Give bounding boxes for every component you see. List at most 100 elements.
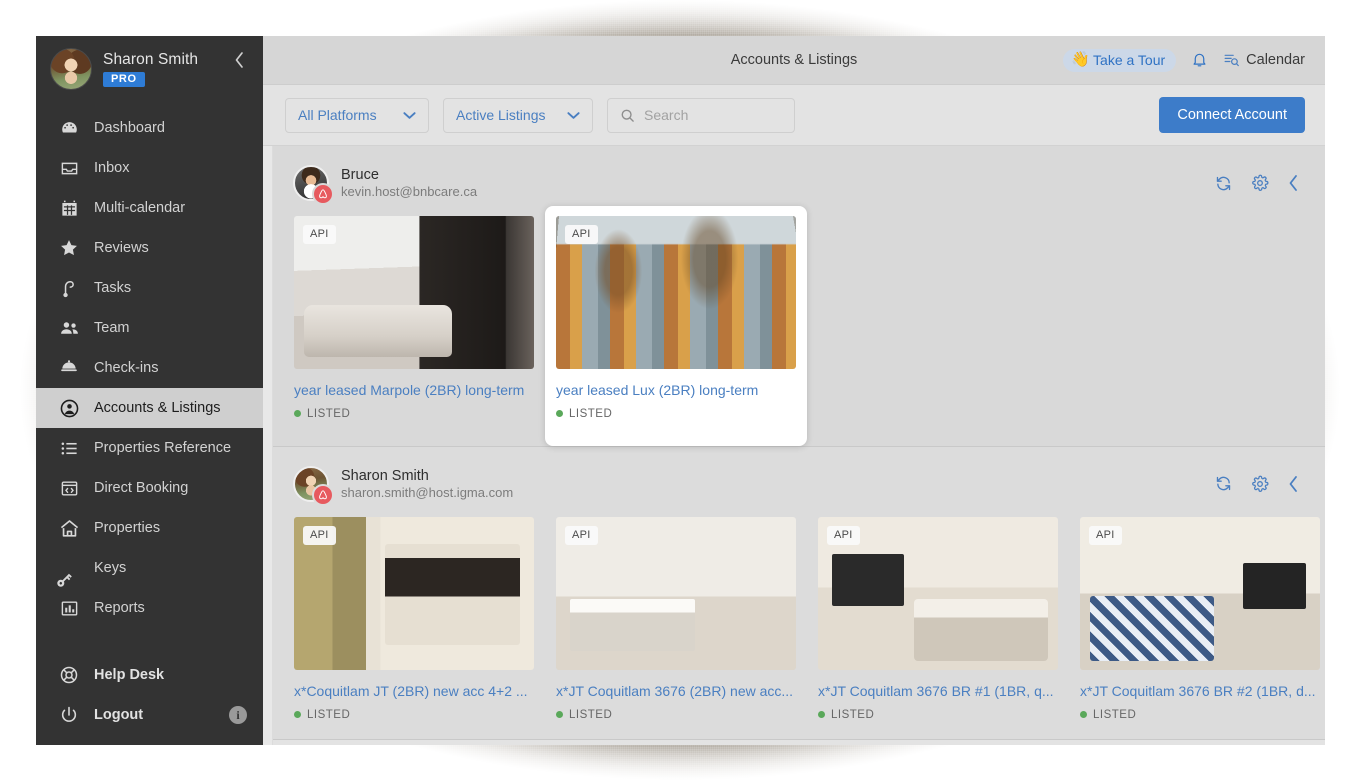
airbnb-icon: [312, 483, 334, 506]
sidebar-item-team[interactable]: Team: [36, 308, 263, 348]
filter-bar: All Platforms Active Listings Search Con…: [263, 85, 1325, 146]
account-name: Sharon Smith: [341, 467, 429, 484]
notification-bell-icon[interactable]: [1191, 51, 1208, 69]
sidebar-item-label: Direct Booking: [94, 480, 189, 496]
listing-card[interactable]: API x*JT Coquitlam 3676 BR #1 (1BR, q...…: [807, 507, 1069, 739]
listing-thumbnail: API: [556, 216, 796, 369]
sidebar-item-multi-calendar[interactable]: Multi-calendar: [36, 188, 263, 228]
sidebar-bottom-nav: Help Desk Logout i: [36, 655, 263, 745]
api-badge: API: [827, 525, 860, 545]
sidebar-item-label: Check-ins: [94, 360, 159, 376]
home-icon: [58, 518, 80, 539]
avatar: [293, 465, 334, 506]
info-icon[interactable]: i: [229, 706, 247, 724]
gear-icon[interactable]: [1251, 475, 1269, 493]
sidebar-item-logout[interactable]: Logout i: [36, 695, 263, 735]
sidebar-item-direct-booking[interactable]: Direct Booking: [36, 468, 263, 508]
sidebar-profile[interactable]: Sharon Smith PRO: [36, 36, 263, 104]
account-section: Bruce kevin.host@bnbcare.ca API year lea…: [273, 146, 1325, 447]
listing-title[interactable]: x*JT Coquitlam 3676 BR #1 (1BR, q...: [818, 683, 1058, 700]
sidebar-item-reports[interactable]: Reports: [36, 588, 263, 628]
listing-thumbnail: API: [294, 216, 534, 369]
sidebar-item-accounts-and-listings[interactable]: Accounts & Listings: [36, 388, 263, 428]
connect-account-button[interactable]: Connect Account: [1159, 97, 1305, 133]
chevron-left-icon[interactable]: [1288, 174, 1299, 192]
calendar-icon: [58, 199, 80, 218]
pro-badge: PRO: [103, 72, 145, 87]
status-label: LISTED: [569, 708, 613, 721]
sidebar-item-label: Properties: [94, 520, 161, 536]
search-input[interactable]: Search: [607, 97, 795, 133]
app-window: Sharon Smith PRO Dashboard Inbox Multi-c…: [36, 36, 1325, 745]
refresh-icon[interactable]: [1215, 475, 1232, 492]
list-icon: [58, 439, 80, 458]
listing-cards: API year leased Marpole (2BR) long-term …: [273, 206, 1325, 446]
lifebuoy-icon: [58, 665, 80, 685]
take-a-tour-button[interactable]: 👋 Take a Tour: [1063, 48, 1177, 72]
sidebar-item-properties-reference[interactable]: Properties Reference: [36, 428, 263, 468]
sidebar: Sharon Smith PRO Dashboard Inbox Multi-c…: [36, 36, 263, 745]
listing-title[interactable]: x*JT Coquitlam 3676 (2BR) new acc...: [556, 683, 796, 700]
avatar: [293, 165, 334, 205]
account-circle-icon: [58, 398, 80, 419]
main-content: Accounts & Listings 👋 Take a Tour Calend…: [263, 36, 1325, 745]
sidebar-item-check-ins[interactable]: Check-ins: [36, 348, 263, 388]
listing-title[interactable]: year leased Marpole (2BR) long-term: [294, 382, 534, 399]
sidebar-item-tasks[interactable]: Tasks: [36, 268, 263, 308]
sidebar-item-properties[interactable]: Properties: [36, 508, 263, 548]
team-icon: [58, 318, 80, 339]
sidebar-item-label: Properties Reference: [94, 440, 232, 456]
sidebar-item-help-desk[interactable]: Help Desk: [36, 655, 263, 695]
status-dot-icon: [294, 410, 301, 418]
gear-icon[interactable]: [1251, 174, 1269, 192]
status-badge: LISTED: [294, 709, 534, 721]
power-icon: [58, 705, 80, 725]
api-badge: API: [303, 525, 336, 545]
listing-card[interactable]: API x*JT Coquitlam 3676 (2BR) new acc...…: [545, 507, 807, 739]
listing-card[interactable]: API year leased Lux (2BR) long-term LIST…: [545, 206, 807, 446]
sidebar-item-keys[interactable]: Keys: [36, 548, 263, 588]
sidebar-item-label: Inbox: [94, 160, 130, 176]
listing-thumbnail: API: [294, 516, 534, 670]
bell-service-icon: [58, 358, 80, 378]
listing-card[interactable]: API x*Coquitlam JT (2BR) new acc 4+2 ...…: [283, 507, 545, 739]
airbnb-icon: [312, 183, 334, 205]
platform-filter-value: All Platforms: [298, 107, 377, 123]
sidebar-item-label: Team: [94, 320, 130, 336]
sidebar-item-label: Multi-calendar: [94, 200, 186, 216]
listing-title[interactable]: x*Coquitlam JT (2BR) new acc 4+2 ...: [294, 683, 534, 700]
accounts-list: Bruce kevin.host@bnbcare.ca API year lea…: [273, 146, 1325, 745]
listing-title[interactable]: x*JT Coquitlam 3676 BR #2 (1BR, d...: [1080, 683, 1320, 700]
account-email: kevin.host@bnbcare.ca: [341, 184, 478, 199]
listing-thumbnail: API: [818, 516, 1058, 670]
listing-status-value: Active Listings: [456, 107, 546, 123]
scrollbar-track[interactable]: [263, 146, 273, 745]
account-header: Bruce kevin.host@bnbcare.ca: [273, 160, 1325, 206]
listing-card[interactable]: API x*JT Coquitlam 3676 BR #2 (1BR, d...…: [1069, 507, 1325, 739]
top-bar: Accounts & Listings 👋 Take a Tour Calend…: [263, 36, 1325, 85]
status-badge: LISTED: [556, 408, 796, 420]
status-dot-icon: [556, 711, 563, 719]
chevron-left-icon[interactable]: [234, 51, 249, 87]
sidebar-item-label: Keys: [94, 560, 127, 576]
calendar-link[interactable]: Calendar: [1223, 52, 1305, 68]
sidebar-item-reviews[interactable]: Reviews: [36, 228, 263, 268]
chevron-left-icon[interactable]: [1288, 475, 1299, 493]
sidebar-item-label: Logout: [94, 707, 144, 723]
sidebar-item-label: Help Desk: [94, 667, 165, 683]
sidebar-item-label: Dashboard: [94, 120, 165, 136]
listing-card[interactable]: API year leased Marpole (2BR) long-term …: [283, 206, 545, 438]
platform-filter-select[interactable]: All Platforms: [285, 97, 429, 133]
refresh-icon[interactable]: [1215, 175, 1232, 192]
calendar-search-icon: [1223, 52, 1240, 68]
listing-status-select[interactable]: Active Listings: [443, 97, 593, 133]
sidebar-item-inbox[interactable]: Inbox: [36, 148, 263, 188]
api-badge: API: [565, 525, 598, 545]
status-badge: LISTED: [1080, 709, 1320, 721]
listing-cards: API x*Coquitlam JT (2BR) new acc 4+2 ...…: [273, 507, 1325, 739]
listing-title[interactable]: year leased Lux (2BR) long-term: [556, 382, 796, 399]
avatar: [50, 48, 92, 90]
bar-chart-icon: [58, 599, 80, 618]
sidebar-item-dashboard[interactable]: Dashboard: [36, 108, 263, 148]
chevron-down-icon: [567, 111, 580, 120]
